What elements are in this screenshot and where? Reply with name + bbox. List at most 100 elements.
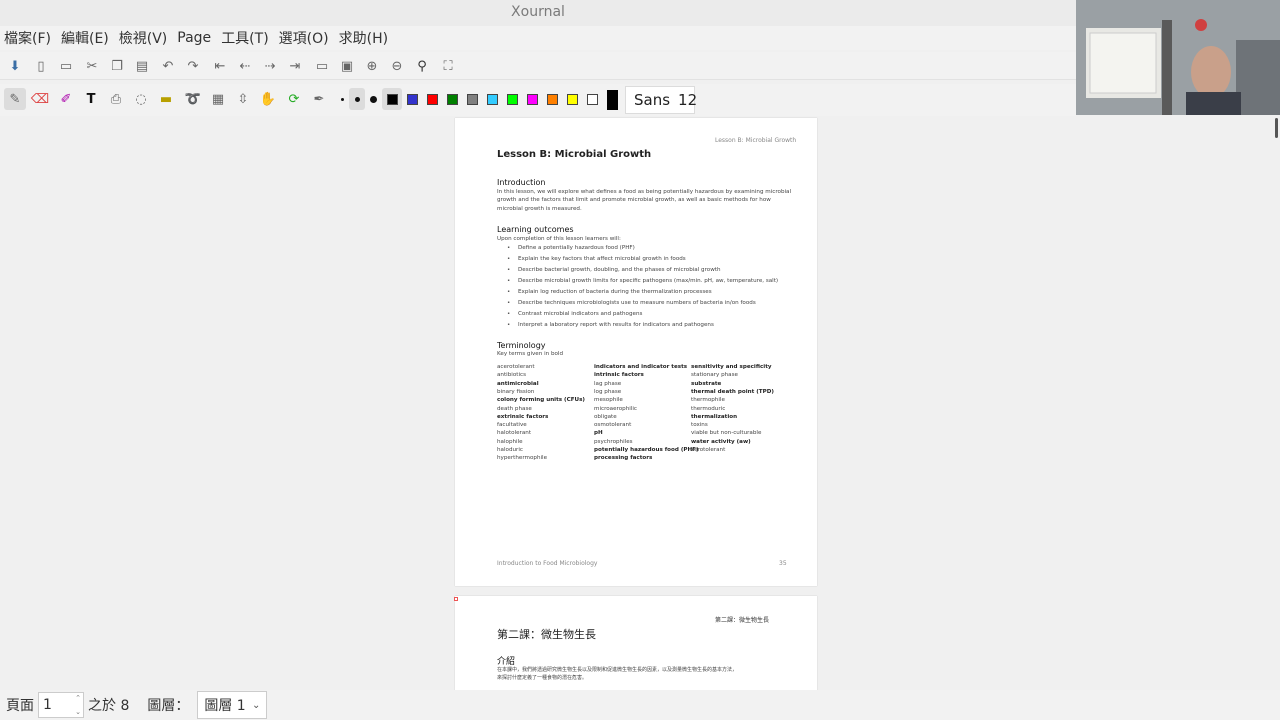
- lasso-icon[interactable]: ➰: [182, 88, 204, 110]
- color-orange-button[interactable]: [542, 88, 562, 110]
- spin-up-icon[interactable]: ⌃: [75, 694, 81, 702]
- color-black-button[interactable]: [382, 88, 402, 110]
- page-spinner[interactable]: 1 ⌃ ⌄: [38, 692, 84, 718]
- pen-settings-icon[interactable]: ✒: [308, 88, 330, 110]
- term-item: halophile: [497, 438, 523, 445]
- list-item: Explain the key factors that affect micr…: [518, 256, 686, 262]
- term-item: halotolerant: [497, 430, 532, 437]
- bullet-icon: •: [507, 245, 511, 251]
- color-swatch: [526, 93, 538, 105]
- color-light-blue-button[interactable]: [482, 88, 502, 110]
- pen-icon[interactable]: ✎: [4, 88, 26, 110]
- zoom-in-icon[interactable]: ⊕: [361, 55, 383, 77]
- hand-icon[interactable]: ✋: [257, 88, 279, 110]
- color-swatch: [486, 93, 498, 105]
- term-item: hyperthermophile: [497, 455, 548, 462]
- window-titlebar: Xournal: [0, 0, 1076, 26]
- ruler-icon[interactable]: ▬: [155, 88, 177, 110]
- copy-icon[interactable]: ❐: [106, 55, 128, 77]
- zoom-icon[interactable]: ⚲: [411, 55, 433, 77]
- paragraph-line: 來探討什麼定義了一種食物的潛在危害。: [497, 675, 588, 681]
- list-item: Interpret a laboratory report with resul…: [518, 322, 714, 328]
- page-width-icon[interactable]: ▭: [311, 55, 333, 77]
- menu-view[interactable]: 檢視(V): [119, 28, 168, 48]
- statusbar: 頁面 1 ⌃ ⌄ 之於 8 圖層： 圖層 1 ⌄: [0, 690, 1280, 720]
- dot-icon: [354, 96, 360, 102]
- list-item: Describe techniques microbiologists use …: [518, 300, 756, 306]
- select-rect-icon[interactable]: ▦: [207, 88, 229, 110]
- term-item: indicators and indicator tests: [594, 364, 688, 370]
- cut-icon[interactable]: ✂: [81, 55, 103, 77]
- bullet-icon: •: [507, 289, 511, 295]
- section-heading: Learning outcomes: [497, 225, 574, 234]
- color-magenta-button[interactable]: [522, 88, 542, 110]
- thin-line-button[interactable]: [334, 88, 350, 110]
- color-swatch: [406, 93, 418, 105]
- vertical-scrollbar[interactable]: [1272, 116, 1280, 690]
- list-item: Describe microbial growth limits for spe…: [518, 278, 779, 284]
- term-item: viable but non-culturable: [691, 430, 762, 437]
- spin-down-icon[interactable]: ⌄: [75, 708, 81, 716]
- page-1[interactable]: Lesson B: Microbial Growth Lesson B: Micr…: [455, 118, 817, 586]
- highlighter-icon[interactable]: ✐: [55, 88, 77, 110]
- vertical-space-icon[interactable]: ⇳: [232, 88, 254, 110]
- page-2[interactable]: 第二課：微生物生長 第二課：微生物生長 介紹 在本課中，我們將透過研究微生物生長以及限…: [455, 596, 817, 690]
- open-icon[interactable]: ▭: [55, 55, 77, 77]
- term-item: microaerophilic: [594, 405, 637, 412]
- color-swatch: [586, 93, 598, 105]
- term-item: obligate: [594, 413, 617, 420]
- bullet-icon: •: [507, 256, 511, 262]
- fullscreen-icon[interactable]: ⛶: [437, 55, 459, 77]
- zoom-fit-icon[interactable]: ⊖: [386, 55, 408, 77]
- term-item: acerotolerant: [497, 364, 535, 370]
- eraser-icon[interactable]: ⌫: [29, 88, 51, 110]
- color-green-button[interactable]: [442, 88, 462, 110]
- select-region-icon[interactable]: ◌: [130, 88, 152, 110]
- term-item: facultative: [497, 422, 527, 429]
- page-footer: Introduction to Food Microbiology: [497, 560, 598, 567]
- color-red-button[interactable]: [422, 88, 442, 110]
- paste-icon[interactable]: ▤: [131, 55, 153, 77]
- first-page-icon[interactable]: ⇤: [209, 55, 231, 77]
- redo-icon[interactable]: ↷: [182, 55, 204, 77]
- term-item: water activity (aw): [691, 438, 751, 445]
- menu-page[interactable]: Page: [177, 30, 211, 46]
- dot-icon: [369, 95, 377, 103]
- text-icon[interactable]: T: [80, 88, 102, 110]
- color-light-green-button[interactable]: [502, 88, 522, 110]
- color-swatch: [546, 93, 558, 105]
- page-title: 第二課：微生物生長: [497, 628, 596, 641]
- menu-help[interactable]: 求助(H): [339, 28, 388, 48]
- thick-line-button[interactable]: [365, 88, 381, 110]
- term-item: mesophile: [594, 397, 623, 404]
- zoom-out-icon[interactable]: ▣: [336, 55, 358, 77]
- scrollbar-thumb[interactable]: [1275, 118, 1278, 138]
- section-heading: Introduction: [497, 178, 546, 187]
- color-yellow-button[interactable]: [562, 88, 582, 110]
- page-count-label: 之於 8: [88, 698, 130, 714]
- last-page-icon[interactable]: ⇥: [284, 55, 306, 77]
- layer-select[interactable]: 圖層 1 ⌄: [197, 691, 268, 719]
- menu-options[interactable]: 選項(O): [279, 28, 329, 48]
- shape-recognizer-icon[interactable]: ⟳: [283, 88, 305, 110]
- chevron-down-icon: ⌄: [251, 699, 261, 711]
- color-blue-button[interactable]: [402, 88, 422, 110]
- undo-icon[interactable]: ↶: [157, 55, 179, 77]
- next-page-icon[interactable]: ⇢: [259, 55, 281, 77]
- menu-file[interactable]: 檔案(F): [4, 28, 51, 48]
- menu-tools[interactable]: 工具(T): [221, 28, 268, 48]
- document-canvas[interactable]: Lesson B: Microbial Growth Lesson B: Micr…: [0, 116, 1272, 690]
- image-icon[interactable]: ⎙: [105, 88, 127, 110]
- medium-line-button[interactable]: [349, 88, 365, 110]
- color-gray-button[interactable]: [462, 88, 482, 110]
- new-page-icon[interactable]: ▯: [30, 55, 52, 77]
- current-color-indicator[interactable]: [607, 90, 618, 110]
- prev-page-icon[interactable]: ⇠: [234, 55, 256, 77]
- font-button[interactable]: Sans 12: [625, 86, 697, 114]
- color-white-button[interactable]: [582, 88, 602, 110]
- menu-edit[interactable]: 編輯(E): [61, 28, 109, 48]
- save-icon[interactable]: ⬇: [4, 55, 26, 77]
- color-swatch: [566, 93, 578, 105]
- main-toolbar: ⬇ ▯ ▭ ✂ ❐ ▤ ↶ ↷ ⇤ ⇠ ⇢ ⇥ ▭ ▣ ⊕ ⊖ ⚲ ⛶: [0, 52, 1076, 80]
- tools-toolbar: ✎ ⌫ ✐ T ⎙ ◌ ▬ ➰ ▦ ⇳ ✋ ⟳ ✒: [0, 84, 1076, 116]
